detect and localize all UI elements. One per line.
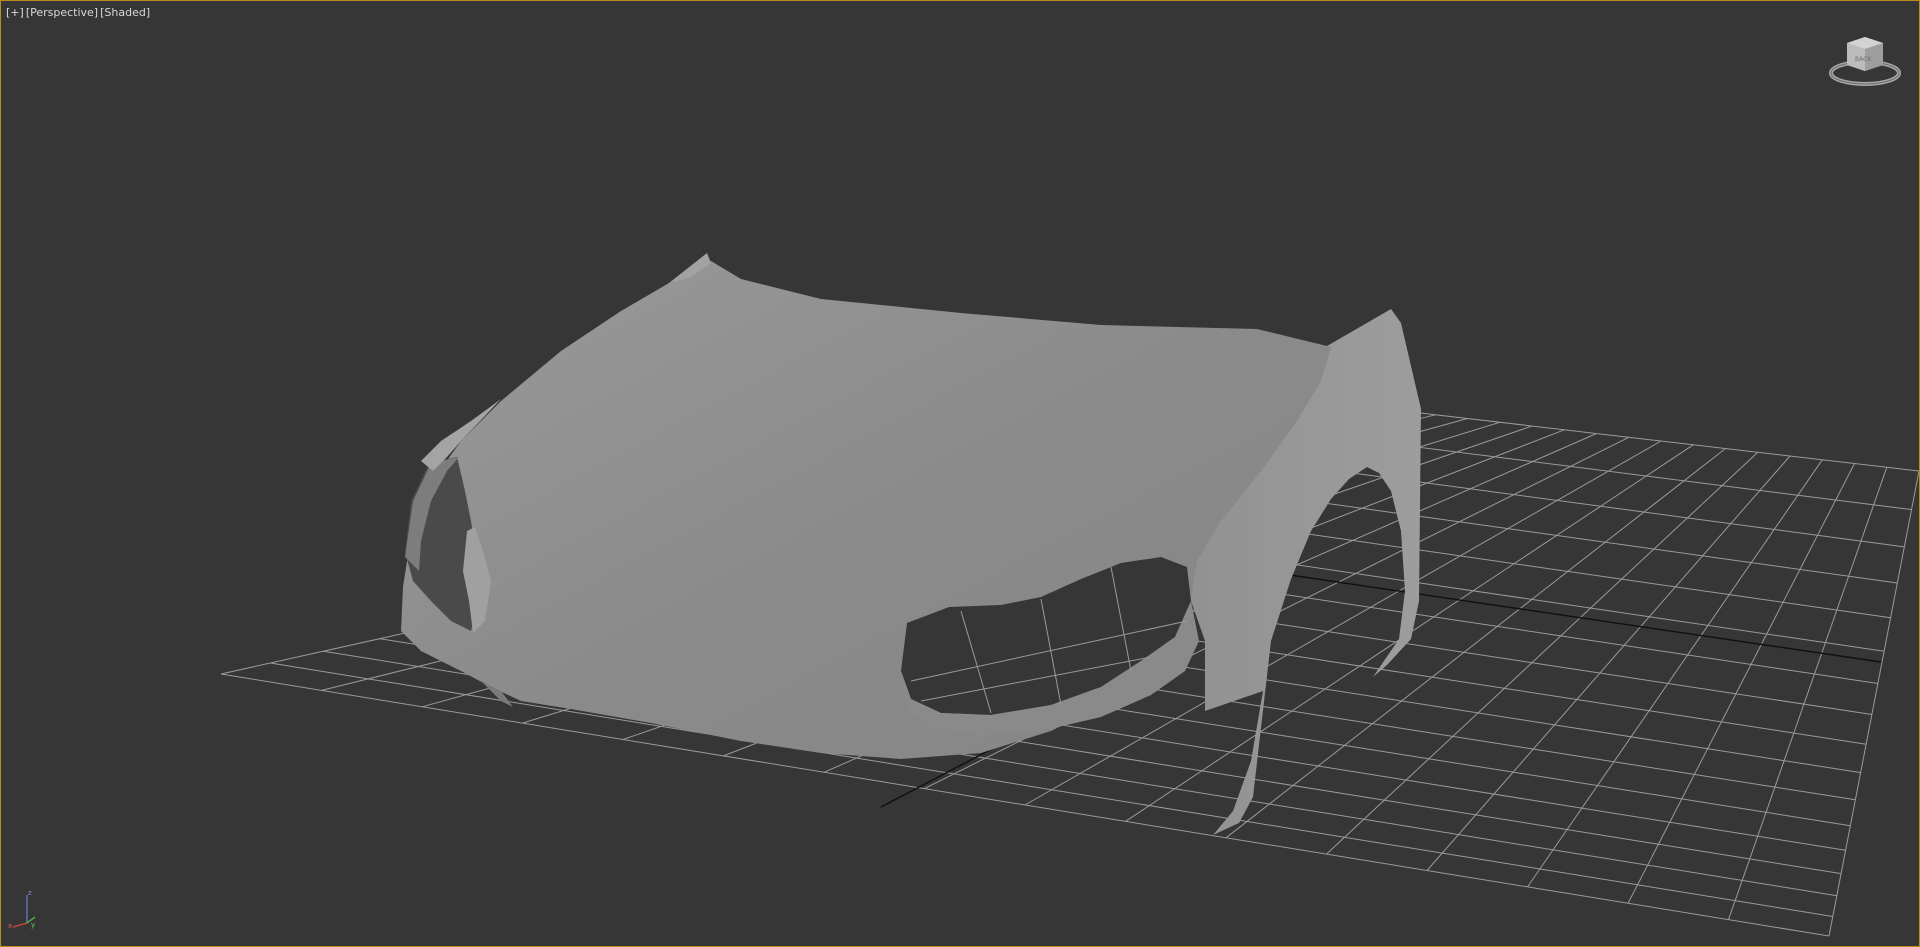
axis-y-label: y bbox=[31, 921, 35, 929]
axis-tripod-icon: z x y bbox=[8, 889, 36, 929]
car-body-shell[interactable] bbox=[401, 253, 1421, 835]
viewcube-face-label: BACK bbox=[1855, 56, 1872, 63]
hood[interactable] bbox=[401, 261, 1331, 759]
viewport-shading-menu[interactable]: [Shaded] bbox=[100, 6, 150, 19]
viewport-point-of-view-menu[interactable]: [Perspective] bbox=[26, 6, 98, 19]
axis-z-label: z bbox=[28, 889, 32, 897]
scene-canvas[interactable] bbox=[1, 1, 1919, 946]
viewport-label-menu: [+] [Perspective] [Shaded] bbox=[6, 6, 150, 19]
viewport-general-menu[interactable]: [+] bbox=[6, 6, 24, 19]
axis-x-label: x bbox=[8, 922, 12, 929]
perspective-viewport[interactable]: [+] [Perspective] [Shaded] BACK z x y bbox=[0, 0, 1920, 947]
viewcube-icon[interactable]: BACK bbox=[1827, 31, 1903, 91]
